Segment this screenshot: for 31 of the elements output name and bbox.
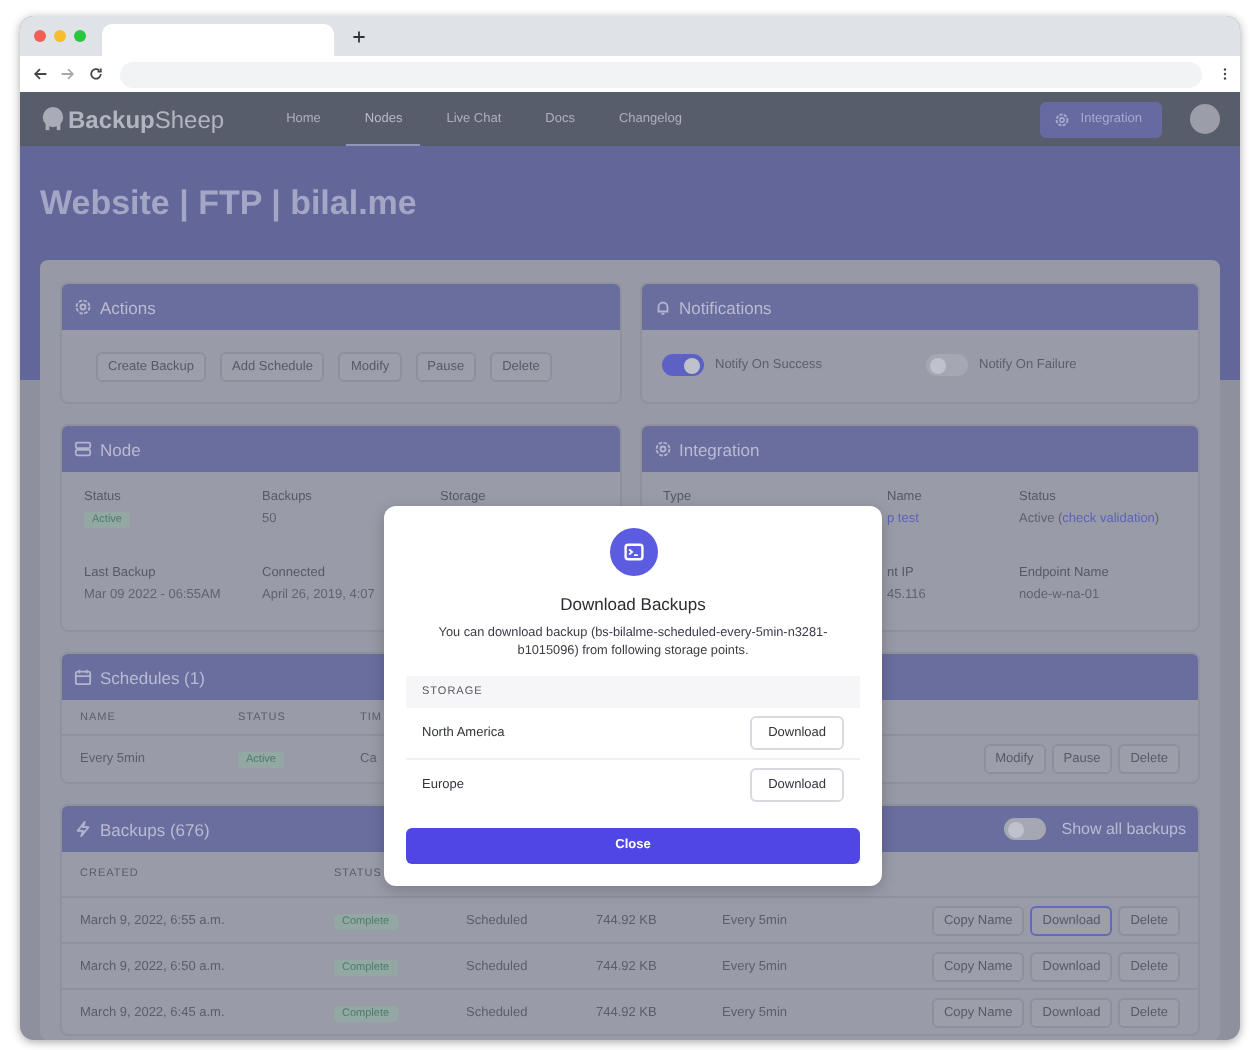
logo-text[interactable]: BackupSheep [68, 105, 225, 133]
card-title: Notifications [679, 297, 772, 317]
calendar-icon [74, 668, 92, 686]
toggle-switch[interactable] [1003, 818, 1046, 840]
more-menu-icon[interactable] [1222, 66, 1228, 82]
close-window-icon[interactable] [34, 30, 46, 42]
toggle-switch[interactable] [661, 354, 703, 376]
page-title: Website | FTP | bilal.me [40, 184, 419, 224]
sheep-logo-icon [40, 106, 66, 132]
card-title: Schedules (1) [100, 667, 205, 687]
maximize-window-icon[interactable] [74, 30, 86, 42]
gear-icon [74, 298, 92, 316]
card-title: Integration [679, 439, 760, 459]
lightning-icon [74, 820, 92, 838]
terminal-icon [609, 528, 657, 576]
toggle-label: Show all backups [1061, 820, 1186, 838]
toggle-switch[interactable] [925, 354, 967, 376]
dialog-title: Download Backups [560, 594, 706, 614]
avatar[interactable] [1190, 104, 1220, 134]
card-title: Node [100, 439, 141, 459]
back-icon[interactable] [32, 66, 48, 82]
bell-icon [653, 298, 671, 316]
forward-icon[interactable] [60, 66, 76, 82]
gear-icon [1054, 111, 1071, 127]
server-icon [74, 440, 92, 458]
gear-icon [653, 440, 671, 458]
card-title: Actions [100, 297, 156, 317]
card-title: Backups (676) [100, 819, 210, 839]
new-tab-icon[interactable] [352, 29, 366, 43]
minimize-window-icon[interactable] [54, 30, 66, 42]
reload-icon[interactable] [88, 66, 104, 82]
